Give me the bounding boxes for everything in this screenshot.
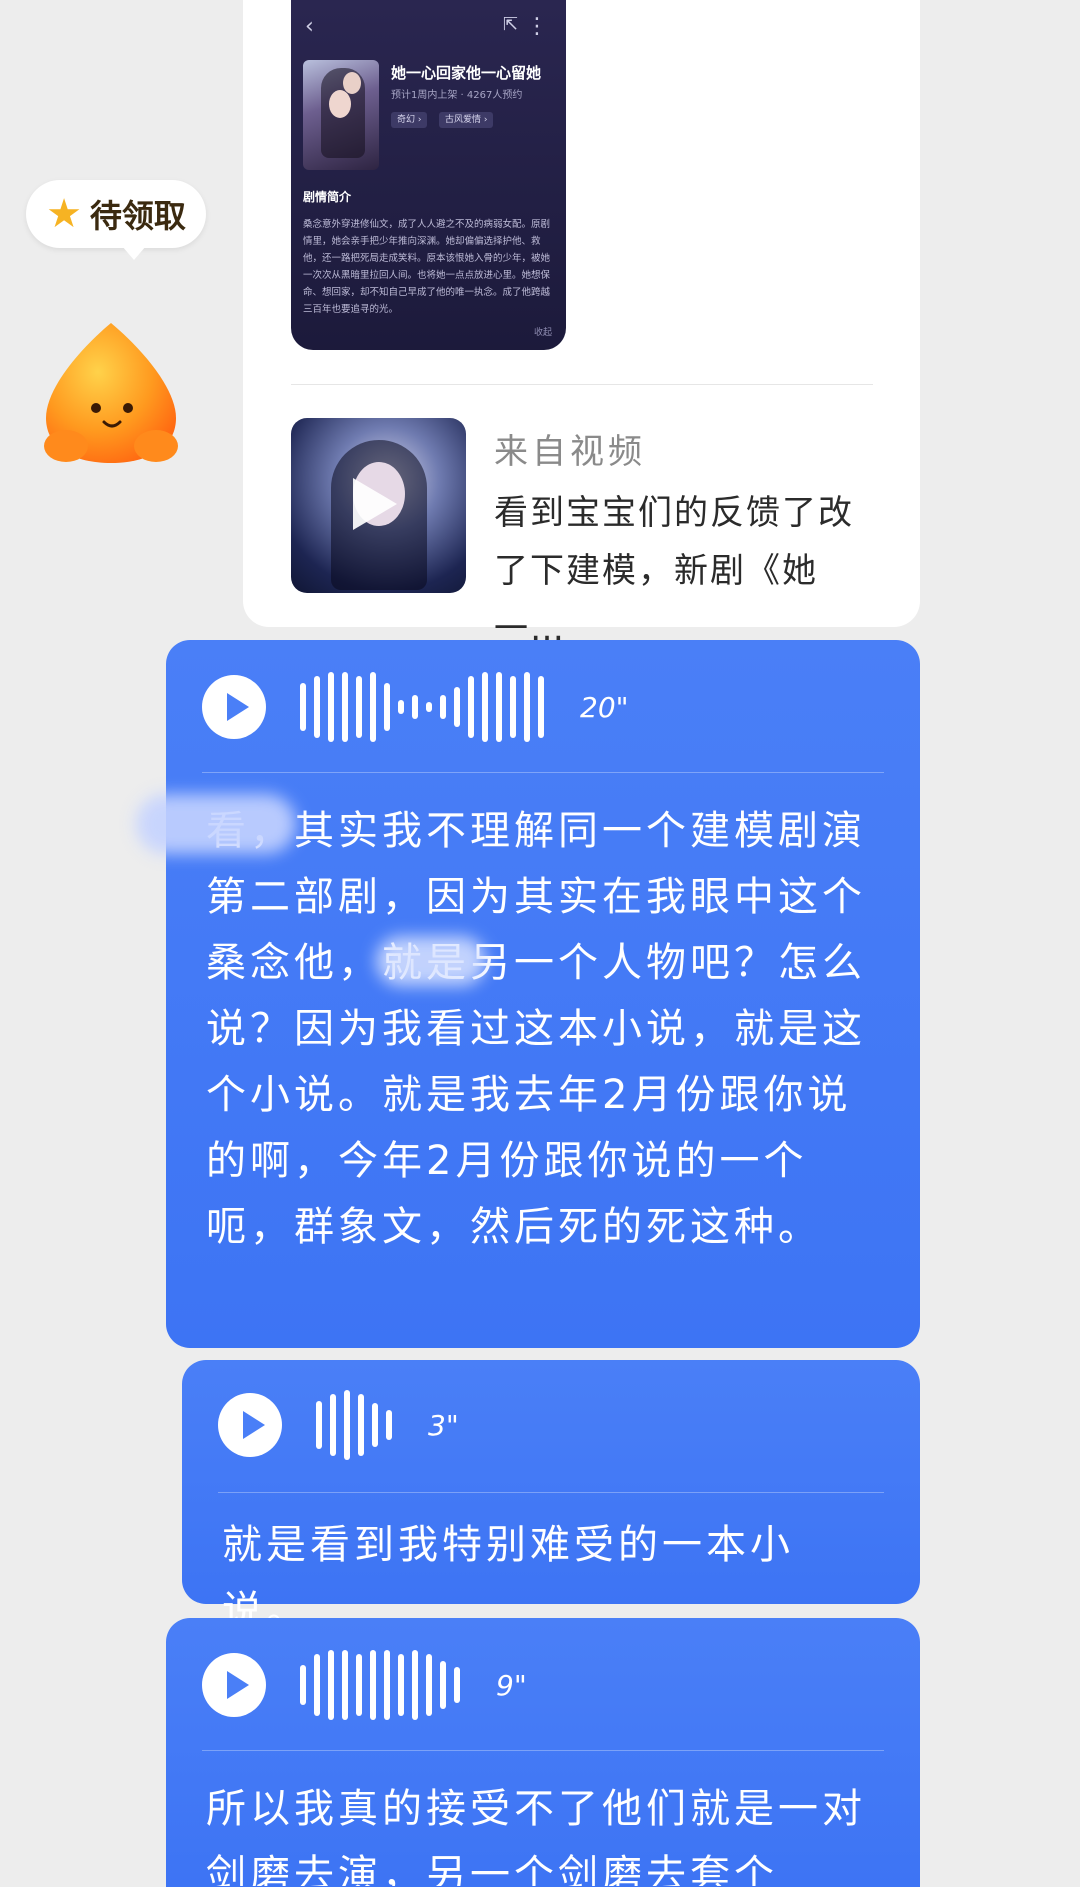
reward-pill[interactable]: ★ 待领取 bbox=[26, 180, 206, 260]
synopsis-text: 桑念意外穿进修仙文，成了人人避之不及的病弱女配。原剧情里，她会亲手把少年推向深渊… bbox=[303, 219, 551, 315]
video-source-label: 来自视频 bbox=[494, 432, 646, 472]
voice-player: 20" bbox=[202, 652, 884, 762]
more-icon: ⋮ bbox=[526, 14, 548, 39]
play-icon[interactable] bbox=[202, 675, 266, 739]
waveform bbox=[316, 1390, 392, 1460]
video-thumbnail[interactable] bbox=[291, 418, 466, 593]
play-icon bbox=[353, 478, 397, 530]
collapse-link: 收起 bbox=[533, 328, 552, 338]
share-icon: ⇱ bbox=[502, 14, 518, 35]
waveform bbox=[300, 672, 544, 742]
redaction-blur bbox=[136, 794, 296, 854]
card-divider bbox=[291, 384, 873, 385]
tag-fantasy: 奇幻 › bbox=[391, 112, 428, 128]
back-icon: ‹ bbox=[305, 14, 314, 39]
voice-divider bbox=[202, 1750, 884, 1751]
star-icon: ★ bbox=[46, 191, 82, 237]
screenshot-topbar: ‹ ⇱ ⋮ bbox=[305, 14, 552, 44]
play-icon[interactable] bbox=[218, 1393, 282, 1457]
waveform bbox=[300, 1650, 460, 1720]
book-meta: 预计1周内上架 · 4267人预约 bbox=[391, 90, 523, 101]
voice-message[interactable]: 9" 所以我真的接受不了他们就是一对剑磨去演，另一个剑磨去套个 bbox=[166, 1618, 920, 1887]
voice-duration: 9" bbox=[496, 1668, 527, 1702]
voice-duration: 20" bbox=[580, 690, 629, 724]
redaction-blur bbox=[376, 936, 486, 986]
voice-message[interactable]: 3" 就是看到我特别难受的一本小说。 bbox=[182, 1360, 920, 1634]
synopsis-heading: 剧情简介 bbox=[303, 190, 352, 204]
book-screenshot[interactable]: ‹ ⇱ ⋮ 她一心回家他一心留她 预计1周内上架 · 4267人预约 奇幻 › … bbox=[291, 0, 566, 350]
voice-player: 9" bbox=[202, 1630, 884, 1740]
reward-label: 待领取 bbox=[89, 197, 186, 235]
play-icon[interactable] bbox=[202, 1653, 266, 1717]
video-description: 看到宝宝们的反馈了改了下建模，新剧《她一… bbox=[494, 493, 854, 649]
book-cover bbox=[303, 60, 379, 170]
voice-divider bbox=[218, 1492, 884, 1493]
voice-duration: 3" bbox=[428, 1408, 459, 1442]
mascot-icon[interactable] bbox=[36, 318, 186, 468]
voice-transcript: 所以我真的接受不了他们就是一对剑磨去演，另一个剑磨去套个 bbox=[206, 1786, 866, 1886]
book-title: 她一心回家他一心留她 bbox=[391, 64, 542, 82]
tag-romance: 古风爱情 › bbox=[439, 112, 494, 128]
voice-player: 3" bbox=[218, 1370, 884, 1480]
voice-transcript: 看，其实我不理解同一个建模剧演第二部剧，因为其实在我眼中这个桑念他，就是另一个人… bbox=[206, 808, 866, 1250]
voice-divider bbox=[202, 772, 884, 773]
voice-message[interactable]: 20" 看，其实我不理解同一个建模剧演第二部剧，因为其实在我眼中这个桑念他，就是… bbox=[136, 640, 920, 1348]
